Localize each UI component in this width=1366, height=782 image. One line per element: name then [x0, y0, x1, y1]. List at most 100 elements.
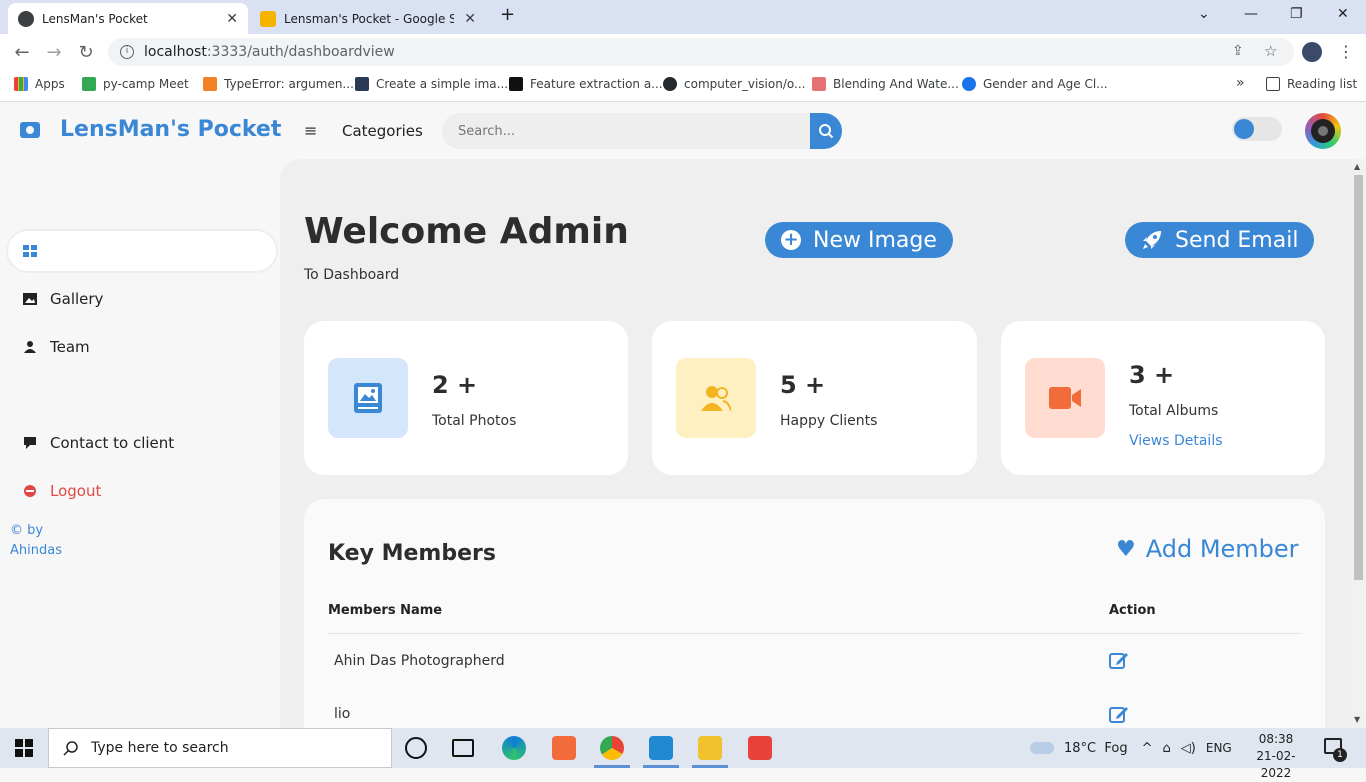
volume-icon[interactable]: ◁): [1181, 741, 1196, 756]
brand-name: LensMan's Pocket: [60, 117, 282, 142]
sidebar-item-contact[interactable]: Contact to client: [8, 423, 276, 463]
bookmark-typeerror[interactable]: TypeError: argumen...: [203, 77, 354, 91]
browser-toolbar: ← → ↻ i localhost:3333/auth/dashboardvie…: [0, 34, 1366, 70]
page-subtitle: To Dashboard: [304, 267, 400, 283]
forward-icon[interactable]: →: [44, 42, 64, 63]
page-title: Welcome Admin: [304, 211, 629, 252]
bookmarks-bar: Apps py-camp Meet TypeError: argumen... …: [0, 70, 1366, 102]
stat-label: Happy Clients: [780, 413, 878, 429]
tab-google-slides[interactable]: Lensman's Pocket - Google Slides ✕: [250, 3, 486, 34]
scroll-up-icon[interactable]: ▲: [1354, 162, 1360, 171]
stat-value: 2 +: [432, 371, 478, 399]
cortana-icon[interactable]: [405, 737, 427, 759]
language-indicator[interactable]: ENG: [1206, 741, 1232, 755]
stat-icon-box: [1025, 358, 1105, 438]
window-close-icon[interactable]: ✕: [1337, 6, 1349, 22]
tab-lensmans-pocket[interactable]: LensMan's Pocket ✕: [8, 3, 248, 34]
categories-menu[interactable]: Categories: [342, 122, 423, 140]
views-details-link[interactable]: Views Details: [1129, 433, 1223, 449]
bookmark-create-simple-image[interactable]: Create a simple ima...: [355, 77, 508, 91]
circle-dot-icon: [962, 77, 976, 91]
user-icon: [24, 341, 36, 353]
sidebar-item-gallery[interactable]: Gallery: [8, 279, 276, 319]
chrome-icon[interactable]: [600, 736, 624, 760]
scroll-down-icon[interactable]: ▼: [1354, 715, 1360, 724]
network-icon[interactable]: ⌂: [1163, 741, 1171, 756]
tab-title: Lensman's Pocket - Google Slides: [284, 11, 454, 26]
bookmark-gender-age[interactable]: Gender and Age Cl...: [962, 77, 1108, 91]
weather-text[interactable]: 18°C Fog: [1064, 741, 1128, 756]
search-input[interactable]: [442, 113, 812, 149]
scrollbar-thumb[interactable]: [1354, 175, 1363, 580]
close-icon[interactable]: ✕: [464, 11, 476, 27]
stat-icon-box: [676, 358, 756, 438]
reading-list-button[interactable]: Reading list: [1266, 77, 1357, 91]
close-icon[interactable]: ✕: [226, 11, 238, 27]
main-content: Welcome Admin To Dashboard + New Image S…: [280, 159, 1351, 728]
bookmark-computer-vision[interactable]: computer_vision/o...: [663, 77, 805, 91]
search-button[interactable]: [810, 113, 842, 149]
column-header-name: Members Name: [328, 603, 443, 618]
minimize-icon[interactable]: —: [1244, 6, 1258, 22]
bookmark-star-icon[interactable]: ☆: [1264, 42, 1277, 60]
reading-list-icon: [1266, 77, 1280, 91]
vscode-icon[interactable]: [649, 736, 673, 760]
new-tab-button[interactable]: +: [500, 4, 515, 25]
address-bar[interactable]: i localhost:3333/auth/dashboardview ⇪ ☆: [108, 38, 1294, 66]
edge-icon[interactable]: [502, 736, 526, 760]
sidebar: Gallery Team Contact to client Logout © …: [0, 159, 280, 728]
taskbar-search-input[interactable]: Type here to search: [48, 728, 392, 768]
tab-search-chevron-icon[interactable]: ⌄: [1198, 6, 1210, 22]
table-row-name: Ahin Das Photographerd: [334, 653, 505, 669]
github-icon: [663, 77, 677, 91]
tab-title: LensMan's Pocket: [42, 11, 148, 26]
sidebar-item-logout[interactable]: Logout: [8, 471, 276, 511]
stat-card-photos: 2 + Total Photos: [304, 321, 628, 475]
stat-icon-box: [328, 358, 408, 438]
image-icon: [23, 293, 37, 305]
lens-icon: [1311, 119, 1335, 143]
dashboard-icon: [23, 245, 37, 257]
chevron-up-icon[interactable]: ^: [1142, 741, 1153, 756]
edit-icon[interactable]: [1109, 651, 1129, 669]
bookmark-py-camp-meet[interactable]: py-camp Meet: [82, 77, 189, 91]
file-explorer-icon[interactable]: [698, 736, 722, 760]
send-email-button[interactable]: Send Email: [1125, 222, 1315, 258]
slides-icon: [260, 10, 276, 27]
clock-time: 08:38: [1258, 732, 1294, 746]
search-icon: [819, 124, 834, 139]
clock[interactable]: 08:38 21-02-2022: [1246, 731, 1306, 782]
heart-icon: ♥: [1116, 536, 1136, 562]
back-icon[interactable]: ←: [12, 42, 32, 63]
blending-icon: [812, 77, 826, 91]
table-divider: [328, 633, 1301, 634]
restore-icon[interactable]: ❐: [1290, 6, 1303, 22]
add-member-button[interactable]: ♥ Add Member: [1116, 535, 1299, 563]
new-image-button[interactable]: + New Image: [765, 222, 953, 258]
edit-icon[interactable]: [1109, 705, 1129, 723]
more-bookmarks-icon[interactable]: »: [1236, 75, 1245, 91]
bookmark-blending-watermark[interactable]: Blending And Wate...: [812, 77, 959, 91]
more-menu-icon[interactable]: ⋮: [1338, 42, 1354, 61]
share-icon[interactable]: ⇪: [1232, 43, 1244, 59]
brand-logo[interactable]: LensMan's Pocket: [20, 117, 281, 142]
plus-circle-icon: +: [781, 230, 801, 250]
info-icon[interactable]: i: [120, 45, 134, 59]
meet-icon: [82, 77, 96, 91]
column-header-action: Action: [1109, 603, 1156, 618]
task-view-icon[interactable]: [452, 739, 474, 757]
page-scrollbar[interactable]: ▲ ▼: [1351, 159, 1366, 728]
user-avatar[interactable]: [1305, 113, 1341, 149]
start-button[interactable]: [0, 728, 48, 768]
stat-label: Total Albums: [1129, 403, 1219, 419]
bookmark-feature-extraction[interactable]: Feature extraction a...: [509, 77, 663, 91]
hamburger-menu-icon[interactable]: ≡: [304, 121, 317, 140]
git-icon[interactable]: [748, 736, 772, 760]
xampp-icon[interactable]: [552, 736, 576, 760]
sidebar-item-team[interactable]: Team: [8, 327, 276, 367]
reload-icon[interactable]: ↻: [76, 42, 96, 63]
theme-toggle[interactable]: [1232, 117, 1282, 141]
sidebar-item-dashboard[interactable]: [8, 231, 276, 271]
bookmark-apps[interactable]: Apps: [14, 77, 65, 91]
profile-avatar[interactable]: [1302, 42, 1322, 62]
